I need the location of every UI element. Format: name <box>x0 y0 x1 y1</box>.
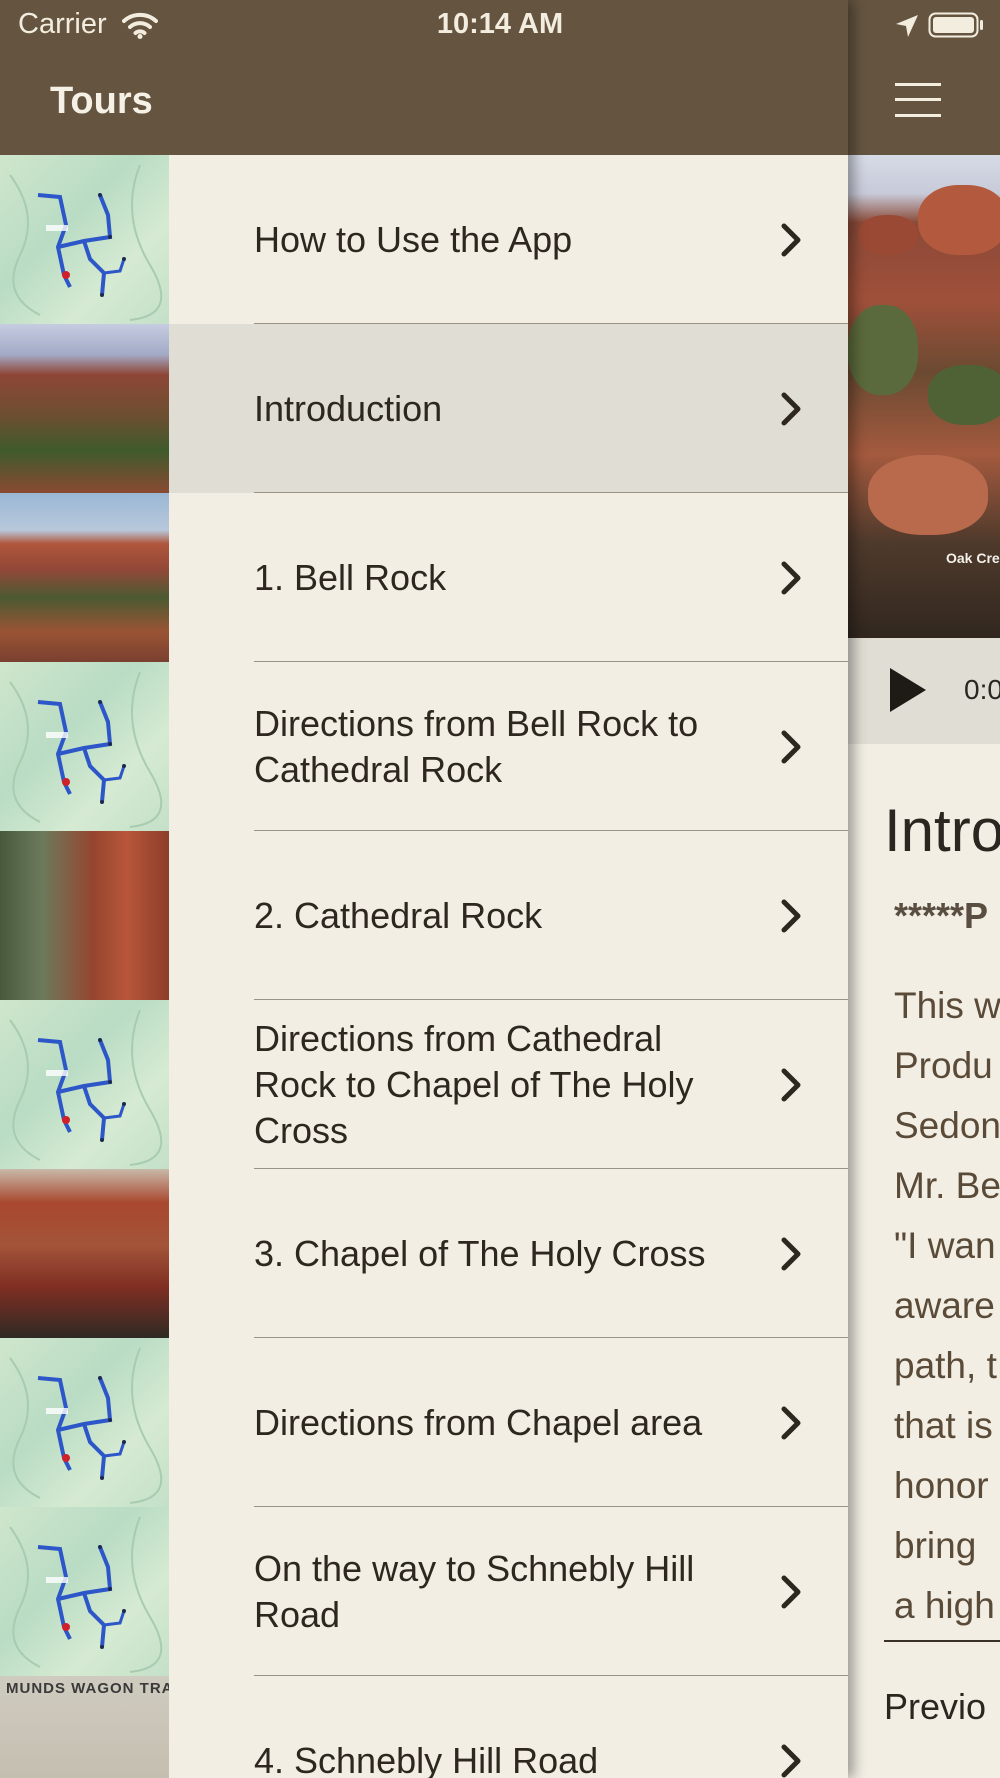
tour-thumbnail <box>0 662 169 831</box>
tour-row[interactable]: 3. Chapel of The Holy Cross <box>0 1169 848 1338</box>
tour-row[interactable]: How to Use the App <box>0 155 848 324</box>
detail-body-line: that is <box>894 1405 993 1446</box>
chevron-right-icon <box>778 389 804 429</box>
tour-row-label: 1. Bell Rock <box>254 556 447 598</box>
tour-row[interactable]: MUNDS WAGON TRAIL 4. Schnebly Hill Road <box>0 1676 848 1778</box>
tour-row-label: Directions from Bell Rock to Cathedral R… <box>254 702 699 790</box>
page-title: Tours <box>50 80 153 122</box>
tour-row-label: On the way to Schnebly Hill Road <box>254 1547 695 1635</box>
tour-row[interactable]: Directions from Chapel area <box>0 1338 848 1507</box>
tour-thumbnail <box>0 324 169 493</box>
tour-thumbnail <box>0 493 169 662</box>
chevron-right-icon <box>778 1572 804 1612</box>
detail-body: This w Produ Sedon Mr. Be "I wan aware path, t… <box>894 976 1000 1636</box>
tour-thumbnail <box>0 1000 169 1169</box>
tour-row-label: Directions from Cathedral Rock to Chapel… <box>254 1017 694 1151</box>
chevron-right-icon <box>778 1741 804 1778</box>
tour-hero-image: Oak Cre <box>848 155 1000 638</box>
tour-thumbnail <box>0 1169 169 1338</box>
detail-body-line: Produ <box>894 1045 993 1086</box>
chevron-right-icon <box>778 558 804 598</box>
tour-row-label: 3. Chapel of The Holy Cross <box>254 1232 706 1274</box>
chevron-right-icon <box>778 727 804 767</box>
chevron-right-icon <box>778 1403 804 1443</box>
detail-body-line: honor <box>894 1465 989 1506</box>
detail-title: Intro <box>884 797 1000 864</box>
hero-caption: Oak Cre <box>946 550 1000 566</box>
tour-thumbnail <box>0 1338 169 1507</box>
divider <box>884 1640 1000 1642</box>
detail-body-line: aware <box>894 1285 995 1326</box>
tour-row[interactable]: Directions from Bell Rock to Cathedral R… <box>0 662 848 831</box>
tour-row-label: Introduction <box>254 387 443 429</box>
tour-row-label: 2. Cathedral Rock <box>254 894 543 936</box>
player-time: 0:0 <box>964 674 1000 705</box>
sign-text: MUNDS WAGON TRAIL <box>6 1680 169 1697</box>
tour-row[interactable]: On the way to Schnebly Hill Road <box>0 1507 848 1676</box>
chevron-right-icon <box>778 896 804 936</box>
detail-body-line: bring <box>894 1525 977 1566</box>
tour-row-label: How to Use the App <box>254 218 573 260</box>
detail-body-line: a high <box>894 1585 995 1626</box>
detail-body-line: This w <box>894 985 1000 1026</box>
tour-thumbnail: MUNDS WAGON TRAIL <box>0 1676 169 1778</box>
detail-body-line: Sedon <box>894 1105 1000 1146</box>
audio-player: 0:0 <box>848 638 1000 744</box>
status-time: 10:14 AM <box>436 8 564 40</box>
detail-body-line: Mr. Be <box>894 1165 1000 1206</box>
play-icon[interactable] <box>890 668 926 712</box>
hamburger-menu-icon[interactable] <box>895 83 941 117</box>
tour-row[interactable]: 2. Cathedral Rock <box>0 831 848 1000</box>
tours-menu-panel: Carrier Tours How to Use the App Introduc… <box>0 0 848 1778</box>
tour-row[interactable]: Introduction <box>0 324 848 493</box>
tour-row-label: 4. Schnebly Hill Road <box>254 1739 599 1778</box>
chevron-right-icon <box>778 220 804 260</box>
chevron-right-icon <box>778 1234 804 1274</box>
tour-thumbnail <box>0 1507 169 1676</box>
tour-row[interactable]: 1. Bell Rock <box>0 493 848 662</box>
tour-thumbnail <box>0 831 169 1000</box>
detail-subtitle: *****P <box>894 895 989 936</box>
previous-link[interactable]: Previo <box>884 1686 986 1728</box>
detail-body-line: path, t <box>894 1345 997 1386</box>
tour-thumbnail <box>0 155 169 324</box>
tour-row[interactable]: Directions from Cathedral Rock to Chapel… <box>0 1000 848 1169</box>
detail-body-line: "I wan <box>894 1225 996 1266</box>
chevron-right-icon <box>778 1065 804 1105</box>
tour-row-label: Directions from Chapel area <box>254 1401 703 1443</box>
detail-panel: Oak Cre 0:0 Intro *****P This w Produ Sedo… <box>848 0 1000 1778</box>
